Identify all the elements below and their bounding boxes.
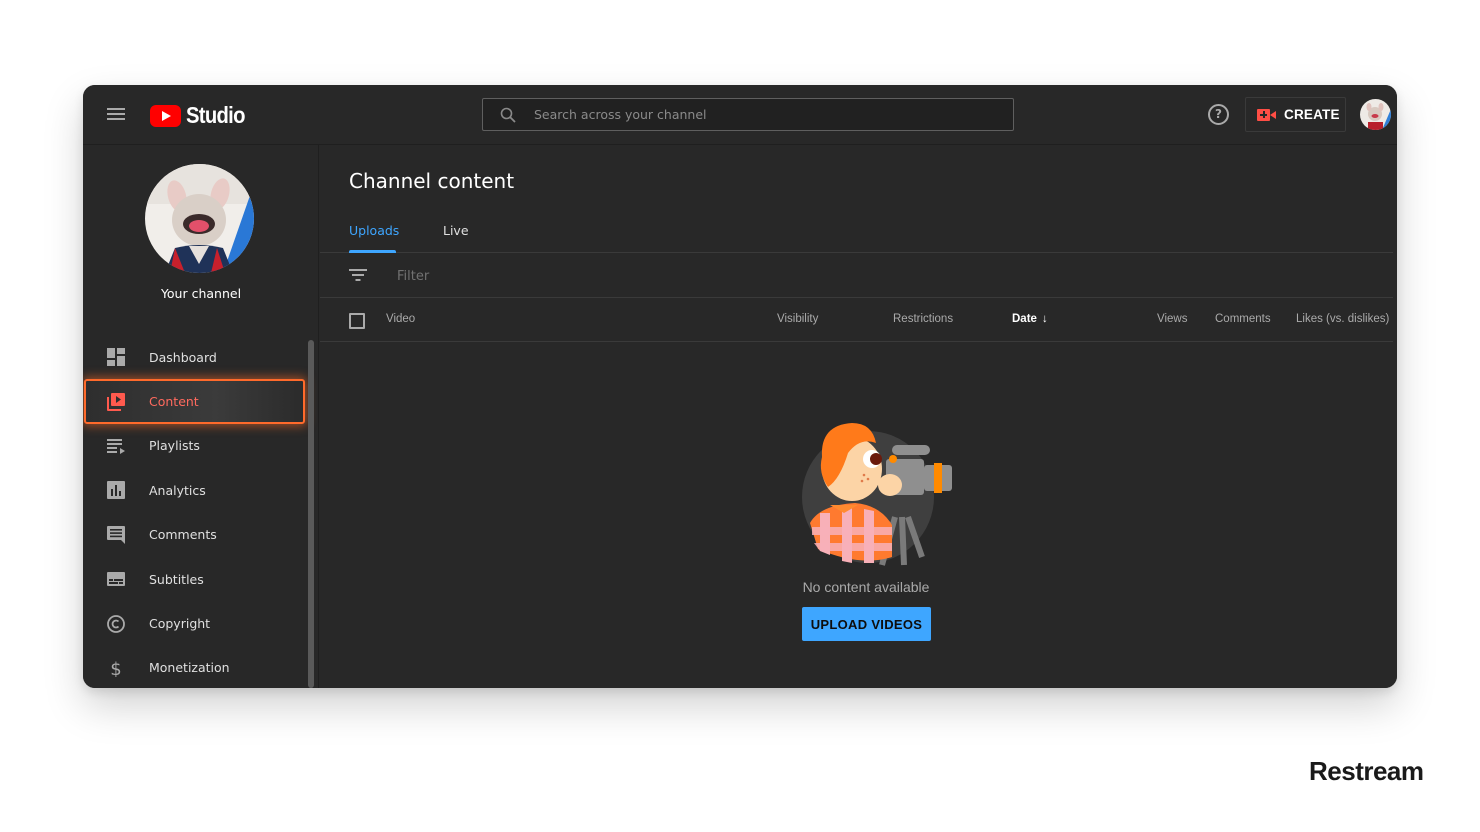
copyright-icon	[107, 614, 125, 633]
column-restrictions[interactable]: Restrictions	[893, 313, 953, 325]
search-icon	[500, 107, 516, 123]
tab-live[interactable]: Live	[443, 223, 469, 238]
sidebar-item-monetization[interactable]: $ Monetization	[83, 646, 308, 688]
tab-uploads[interactable]: Uploads	[349, 223, 399, 238]
comments-icon	[107, 525, 125, 544]
sidebar-item-copyright[interactable]: Copyright	[83, 601, 308, 645]
select-all-checkbox[interactable]	[349, 313, 365, 329]
empty-message: No content available	[802, 579, 930, 595]
menu-icon[interactable]	[107, 107, 125, 121]
page-title: Channel content	[349, 169, 515, 193]
help-icon[interactable]: ?	[1208, 104, 1229, 125]
content-icon	[107, 392, 125, 411]
account-avatar[interactable]	[1360, 99, 1391, 130]
sidebar-scrollbar[interactable]	[308, 340, 314, 688]
column-comments[interactable]: Comments	[1215, 313, 1271, 325]
sort-down-icon: ↓	[1041, 313, 1048, 325]
filter-icon[interactable]	[349, 269, 367, 282]
analytics-icon	[107, 481, 125, 500]
column-video[interactable]: Video	[386, 313, 415, 325]
empty-state: No content available UPLOAD VIDEOS	[320, 343, 1397, 688]
sidebar-item-playlists[interactable]: Playlists	[83, 424, 308, 468]
sidebar-item-label: Content	[149, 394, 199, 410]
content-tabs: Uploads Live	[320, 213, 1393, 253]
sidebar-item-subtitles[interactable]: Subtitles	[83, 557, 308, 601]
your-channel-label[interactable]: Your channel	[83, 286, 319, 301]
sidebar-item-label: Playlists	[149, 438, 200, 454]
subtitles-icon	[107, 572, 125, 587]
sidebar-item-dashboard[interactable]: Dashboard	[83, 335, 308, 379]
top-bar: Studio ? CREATE	[83, 85, 1397, 145]
main-content: Channel content Uploads Live Video Visib…	[320, 145, 1397, 688]
column-likes[interactable]: Likes (vs. dislikes)	[1296, 313, 1389, 325]
monetization-icon: $	[110, 659, 121, 677]
filter-bar	[320, 254, 1393, 298]
table-header: Video Visibility Restrictions Date ↓ View…	[320, 299, 1393, 342]
sidebar-item-label: Subtitles	[149, 571, 204, 587]
active-tab-indicator	[349, 250, 396, 253]
column-visibility[interactable]: Visibility	[777, 313, 818, 325]
studio-window: Studio ? CREATE	[83, 85, 1397, 688]
sidebar-item-label: Comments	[149, 527, 217, 543]
dashboard-icon	[107, 348, 125, 367]
column-date-label: Date	[1012, 313, 1037, 325]
sidebar-nav: Dashboard Content Playlists Analytics Co…	[83, 335, 308, 688]
svg-text:$: $	[110, 659, 121, 677]
sidebar-item-label: Copyright	[149, 616, 211, 632]
filter-input[interactable]	[397, 262, 897, 290]
search-box[interactable]	[482, 98, 1014, 131]
create-video-icon	[1257, 108, 1276, 121]
logo-text: Studio	[186, 102, 245, 128]
sidebar-item-content[interactable]: Content	[84, 379, 305, 424]
create-label: CREATE	[1284, 107, 1340, 122]
sidebar-item-analytics[interactable]: Analytics	[83, 468, 308, 512]
youtube-play-icon	[150, 104, 181, 127]
playlists-icon	[107, 438, 125, 454]
channel-avatar[interactable]	[145, 164, 254, 273]
sidebar-item-label: Monetization	[149, 660, 230, 676]
upload-videos-button[interactable]: UPLOAD VIDEOS	[802, 607, 931, 641]
sidebar-item-label: Dashboard	[149, 349, 217, 365]
studio-logo[interactable]: Studio	[150, 102, 253, 129]
restream-watermark: Restream	[1309, 756, 1424, 786]
column-date[interactable]: Date ↓	[1012, 313, 1048, 325]
sidebar: Your channel Dashboard Content Playlists…	[83, 145, 319, 688]
videographer-illustration	[802, 423, 952, 566]
sidebar-item-label: Analytics	[149, 482, 206, 498]
column-views[interactable]: Views	[1157, 313, 1187, 325]
create-button[interactable]: CREATE	[1245, 97, 1346, 132]
search-input[interactable]	[534, 99, 994, 130]
sidebar-item-comments[interactable]: Comments	[83, 513, 308, 557]
